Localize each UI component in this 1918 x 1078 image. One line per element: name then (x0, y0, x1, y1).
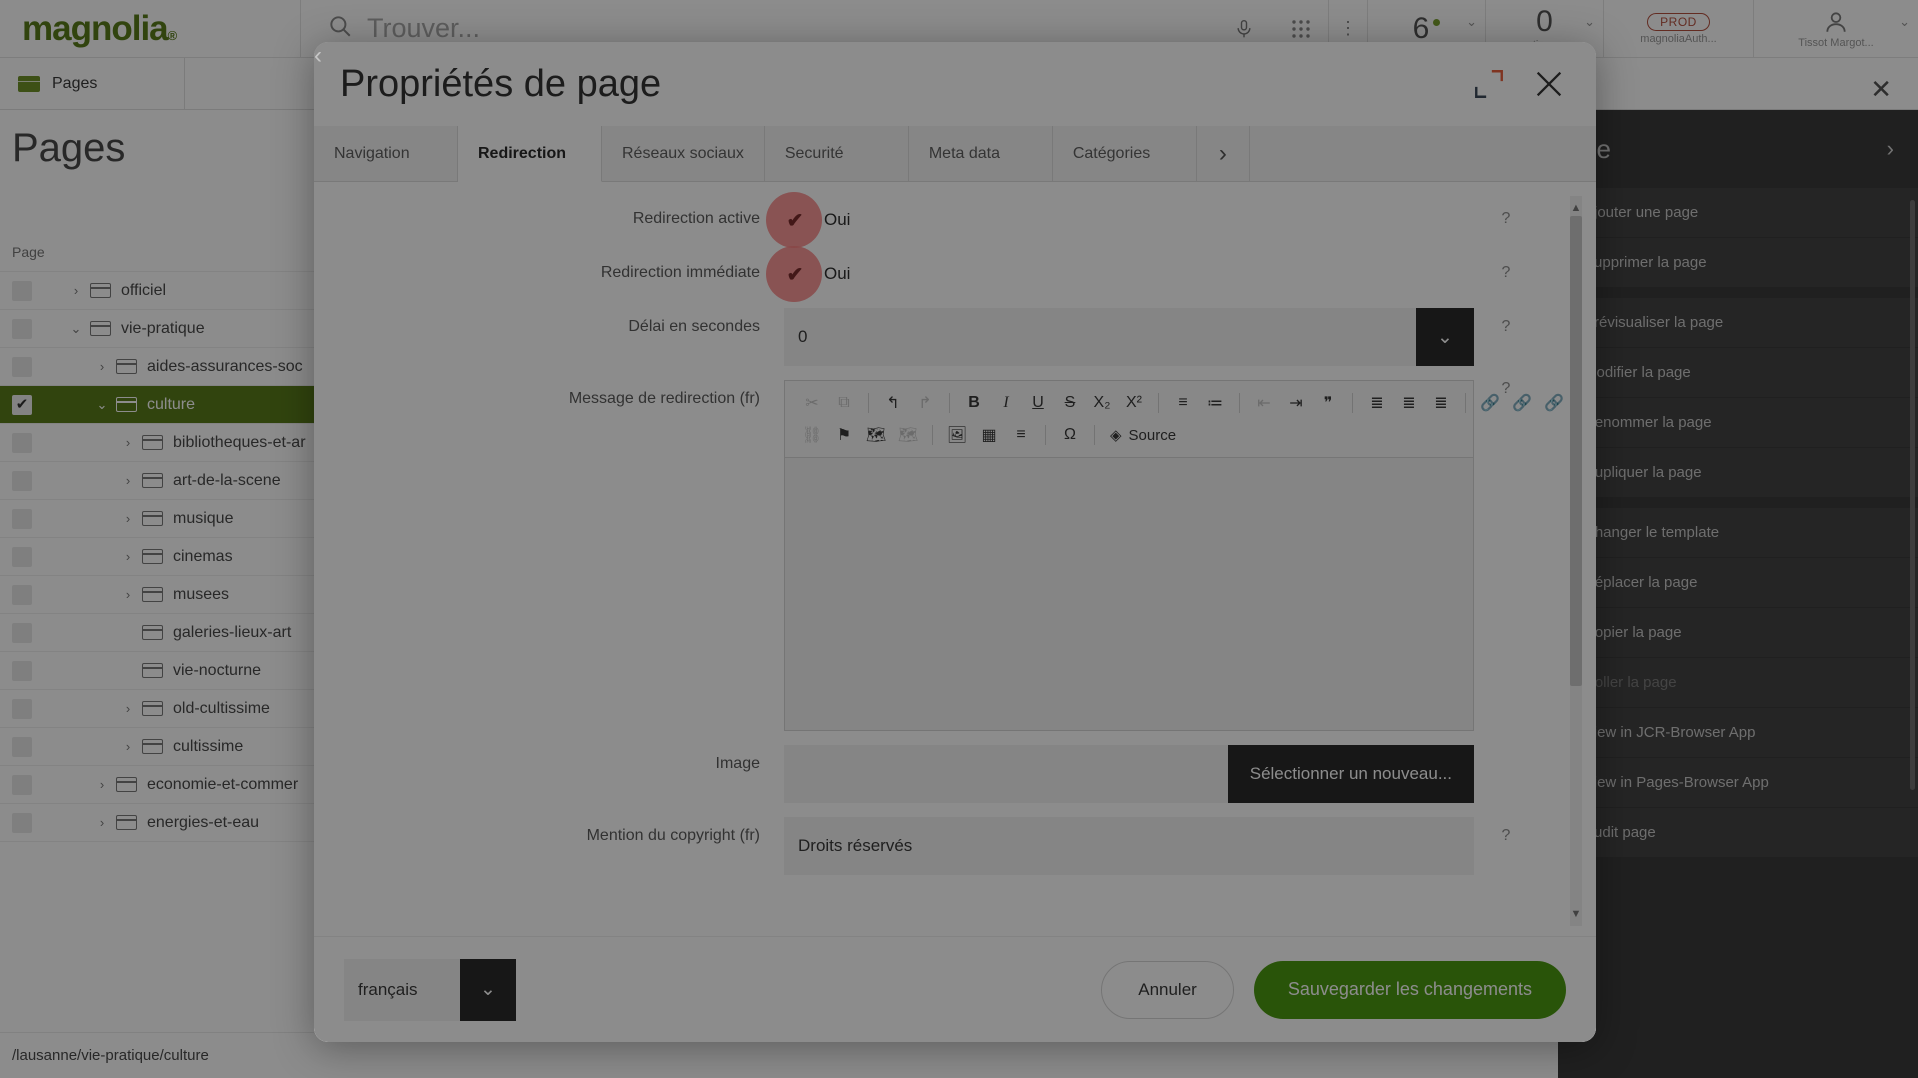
dialog-tab-nav: ‹ › (314, 42, 1596, 1042)
chevron-left-icon[interactable]: ‹ (314, 42, 1596, 1042)
dialog-tabs: Navigation Redirection Réseaux sociaux Secu… (314, 42, 1596, 1042)
page-properties-dialog: Propriétés de page Navigation Redirection… (314, 42, 1596, 1042)
